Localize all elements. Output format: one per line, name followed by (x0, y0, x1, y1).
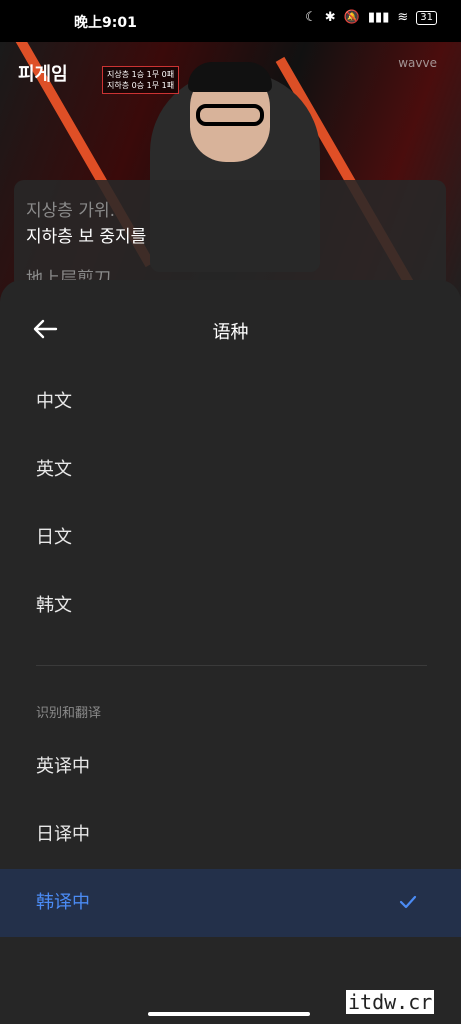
home-indicator[interactable] (148, 1012, 310, 1016)
translation-option-label: 英译中 (36, 756, 90, 777)
show-logo: 피게임 (18, 64, 68, 85)
sheet-header: 语种 (0, 280, 461, 380)
translation-option-korean-to-chinese[interactable]: 韩译中 (0, 869, 461, 937)
status-bar: 晚上9:01 ☾ ✱ 🔕 ▮▮▮ ≋ 31 (0, 0, 461, 42)
score-line: 지상층 1승 1무 0패 (107, 70, 175, 79)
translation-option-label: 日译中 (36, 824, 90, 845)
score-line: 지하층 0승 1무 1패 (107, 81, 175, 90)
moon-icon: ☾ (305, 10, 317, 25)
section-label: 识别和翻译 (36, 706, 102, 721)
translation-option-japanese-to-chinese[interactable]: 日译中 (0, 801, 461, 869)
language-option-label: 英文 (36, 459, 72, 480)
language-option-chinese[interactable]: 中文 (0, 368, 461, 436)
site-watermark: itdw.cr (346, 990, 435, 1014)
language-option-label: 日文 (36, 527, 72, 548)
subtitle-line: 지상층 가위. (26, 201, 116, 221)
language-sheet: 语种 中文 英文 日文 韩文 识别和翻译 英译中 日译中 韩译中 (0, 280, 461, 1024)
video-person-hair (188, 62, 272, 92)
subtitle-panel: 지상층 가위. 지하층 보 중지를 地上层剪刀 (14, 180, 446, 290)
translation-option-label: 韩译中 (36, 892, 90, 913)
language-option-label: 中文 (36, 391, 72, 412)
subtitle-line: 지하층 보 중지를 (26, 227, 147, 247)
checkmark-icon (399, 895, 417, 909)
video-person-glasses (196, 104, 264, 126)
wifi-icon: ≋ (397, 10, 409, 25)
sheet-title: 语种 (212, 322, 249, 343)
bluetooth-icon: ✱ (324, 10, 336, 25)
translation-option-english-to-chinese[interactable]: 英译中 (0, 733, 461, 801)
language-option-label: 韩文 (36, 595, 72, 616)
language-option-english[interactable]: 英文 (0, 436, 461, 504)
broadcaster-watermark: wavve (398, 56, 437, 70)
language-option-korean[interactable]: 韩文 (0, 572, 461, 640)
signal-icon: ▮▮▮ (367, 10, 390, 25)
status-time: 晚上9:01 (74, 15, 137, 31)
score-box: 지상층 1승 1무 0패 지하층 0승 1무 1패 (102, 66, 180, 94)
language-option-japanese[interactable]: 日文 (0, 504, 461, 572)
divider (36, 665, 427, 666)
mute-icon: 🔕 (343, 10, 360, 25)
battery-icon: 31 (416, 10, 437, 25)
status-icons: ☾ ✱ 🔕 ▮▮▮ ≋ 31 (305, 10, 437, 25)
